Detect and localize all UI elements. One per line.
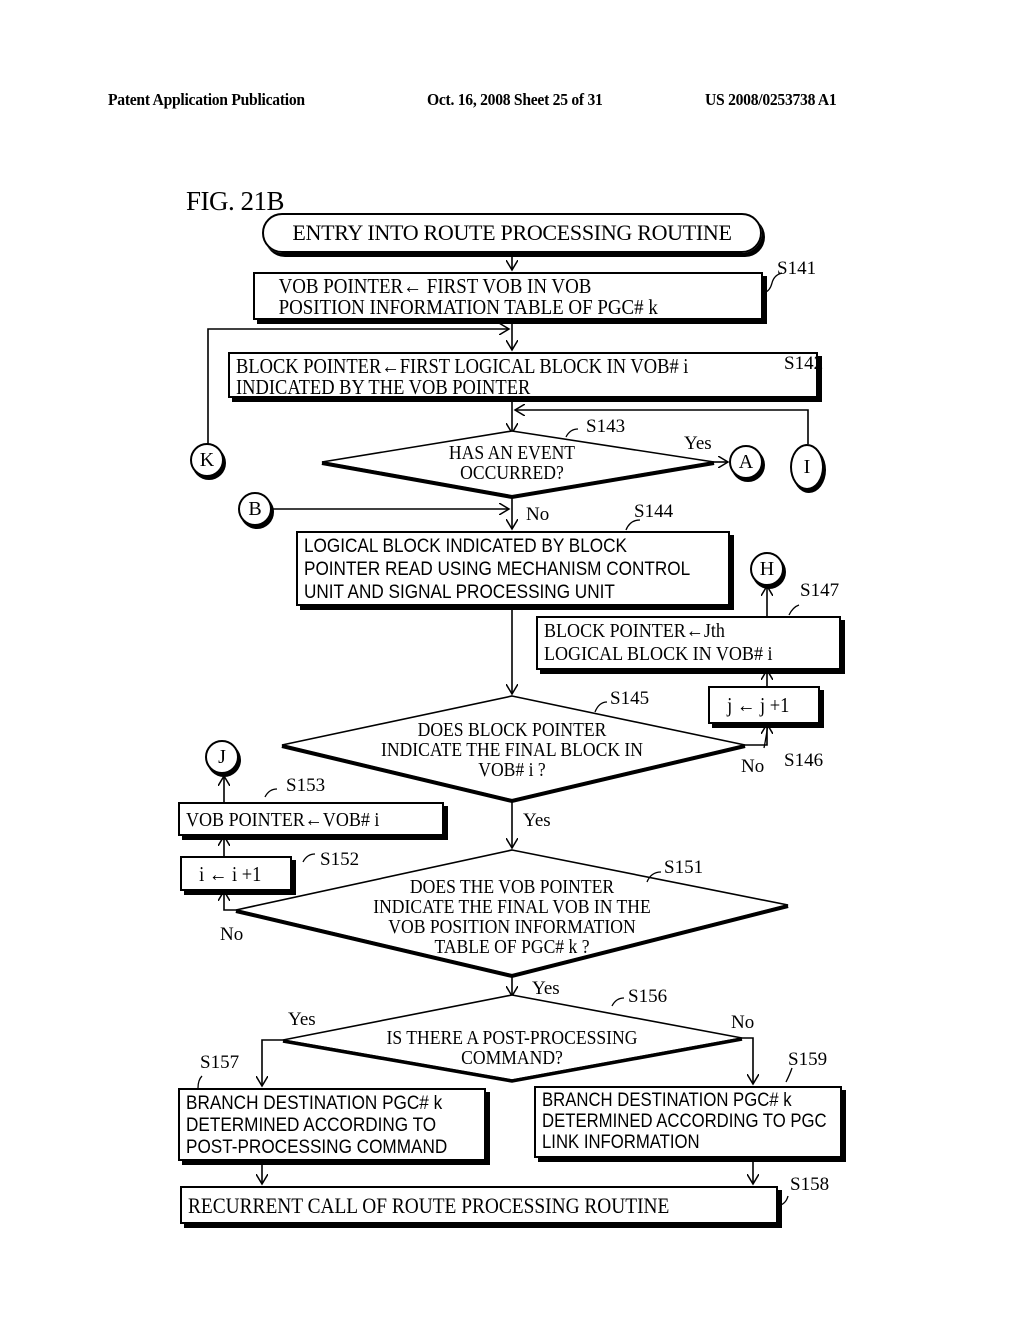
step-s158-text: RECURRENT CALL OF ROUTE PROCESSING ROUTI… [188, 1193, 670, 1218]
step-s142-line-1: BLOCK POINTER←FIRST LOGICAL BLOCK IN VOB… [236, 354, 689, 378]
step-s147-line-1: BLOCK POINTER←Jth [544, 620, 725, 642]
step-s156-id: S156 [628, 986, 668, 1007]
connector-h-label: H [759, 557, 775, 580]
step-s145-line-3: VOB# i ? [478, 759, 546, 781]
step-s144-line-2: POINTER READ USING MECHANISM CONTROL [304, 558, 691, 580]
step-s142-line-2: INDICATED BY THE VOB POINTER [236, 375, 531, 399]
step-s157-id: S157 [200, 1052, 240, 1073]
step-s156-line-2: COMMAND? [461, 1047, 563, 1069]
step-s158-id: S158 [790, 1174, 830, 1195]
step-s151-id: S151 [664, 857, 704, 878]
step-s146-text: j ← j +1 [727, 693, 790, 717]
step-s151-line-1: DOES THE VOB POINTER [409, 876, 615, 898]
step-s151-line-4: TABLE OF PGC# k ? [434, 936, 590, 958]
step-s157-line-2: DETERMINED ACCORDING TO [186, 1114, 437, 1136]
flow-s156-no [742, 1037, 753, 1084]
step-s159-box: BRANCH DESTINATION PGC# k DETERMINED ACC… [534, 1086, 842, 1158]
flow-s145-no [745, 724, 767, 746]
step-s156-text: IS THERE A POST-PROCESSING COMMAND? [322, 1028, 702, 1068]
step-s145-line-2: INDICATE THE FINAL BLOCK IN [380, 739, 644, 761]
flow-s151-no [224, 891, 236, 911]
step-s151-yes-label: Yes [532, 978, 560, 999]
step-s141-line-1: VOB POINTER← FIRST VOB IN VOB [278, 274, 592, 298]
step-s151-line-3: VOB POSITION INFORMATION [388, 916, 636, 938]
connector-k: K [190, 443, 224, 477]
step-s144-line-1: LOGICAL BLOCK INDICATED BY BLOCK [304, 535, 627, 557]
connector-b: B [238, 492, 272, 526]
step-s144-box: LOGICAL BLOCK INDICATED BY BLOCK POINTER… [296, 531, 730, 606]
step-s159-line-3: LINK INFORMATION [542, 1132, 700, 1153]
step-s156-no-label: No [731, 1012, 755, 1033]
flow-s156-yes [262, 1039, 283, 1086]
connector-a: A [729, 445, 763, 479]
step-s156-line-1: IS THERE A POST-PROCESSING [386, 1027, 638, 1049]
connector-i-label: I [803, 455, 811, 478]
step-s152-text: i ← i +1 [199, 862, 262, 886]
step-s151-text: DOES THE VOB POINTER INDICATE THE FINAL … [312, 877, 712, 957]
step-s157-line-1: BRANCH DESTINATION PGC# k [186, 1092, 443, 1114]
connector-b-label: B [248, 497, 262, 520]
step-s145-yes-label: Yes [523, 810, 551, 831]
step-s142-id: S142 [784, 353, 824, 374]
step-s153-id: S153 [286, 775, 326, 796]
step-s152-id: S152 [320, 849, 360, 870]
step-s146-id: S146 [784, 750, 824, 771]
step-s141-box: VOB POINTER← FIRST VOB IN VOB POSITION I… [253, 272, 763, 320]
step-s159-id: S159 [788, 1049, 828, 1070]
start-terminator: ENTRY INTO ROUTE PROCESSING ROUTINE [262, 213, 762, 253]
step-s145-id: S145 [610, 688, 650, 709]
step-s146-box: j ← j +1 [708, 686, 820, 724]
step-s156-yes-label: Yes [288, 1009, 316, 1030]
step-s143-line-2: OCCURRED? [460, 462, 564, 484]
step-s153-text: VOB POINTER←VOB# i [186, 809, 380, 831]
step-s142-box: BLOCK POINTER←FIRST LOGICAL BLOCK IN VOB… [228, 352, 818, 398]
step-s144-line-3: UNIT AND SIGNAL PROCESSING UNIT [304, 581, 615, 603]
step-s145-line-1: DOES BLOCK POINTER [417, 719, 607, 741]
step-s151-line-2: INDICATE THE FINAL VOB IN THE [373, 896, 651, 918]
step-s159-line-2: DETERMINED ACCORDING TO PGC [542, 1111, 827, 1132]
step-s143-text: HAS AN EVENT OCCURRED? [412, 443, 612, 483]
step-s151-no-label: No [220, 924, 244, 945]
step-s143-yes-label: Yes [684, 433, 712, 454]
step-s144-id: S144 [634, 501, 674, 522]
connector-j: J [205, 740, 239, 774]
step-s147-id: S147 [800, 580, 840, 601]
connector-j-label: J [218, 745, 226, 768]
step-s145-text: DOES BLOCK POINTER INDICATE THE FINAL BL… [322, 720, 702, 780]
step-s153-box: VOB POINTER←VOB# i [178, 802, 444, 836]
step-s143-no-label: No [526, 504, 550, 525]
step-s159-line-1: BRANCH DESTINATION PGC# k [542, 1090, 792, 1111]
step-s143-line-1: HAS AN EVENT [448, 442, 576, 464]
step-s152-box: i ← i +1 [180, 856, 292, 891]
connector-h: H [750, 552, 784, 586]
connector-i: I [790, 444, 824, 490]
flowchart-lines [197, 253, 809, 1207]
connector-k-label: K [199, 448, 215, 471]
step-s147-box: BLOCK POINTER←Jth LOGICAL BLOCK IN VOB# … [536, 616, 841, 670]
step-s147-line-2: LOGICAL BLOCK IN VOB# i [544, 643, 773, 665]
step-s157-line-3: POST-PROCESSING COMMAND [186, 1136, 448, 1158]
step-s141-line-2: POSITION INFORMATION TABLE OF PGC# k [278, 295, 658, 319]
step-s145-no-label: No [741, 756, 765, 777]
step-s143-id: S143 [586, 416, 626, 437]
step-s141-id: S141 [777, 258, 817, 279]
step-s158-box: RECURRENT CALL OF ROUTE PROCESSING ROUTI… [180, 1186, 778, 1224]
connector-a-label: A [738, 450, 754, 473]
step-s157-box: BRANCH DESTINATION PGC# k DETERMINED ACC… [178, 1088, 486, 1161]
